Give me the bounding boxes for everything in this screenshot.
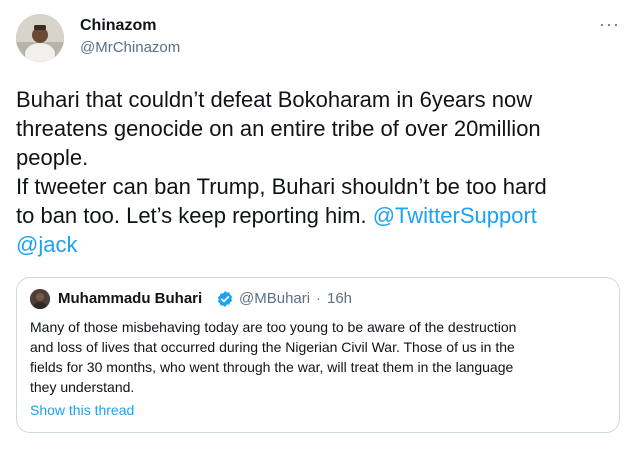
author-avatar[interactable]	[16, 14, 64, 62]
verified-badge-icon	[217, 291, 233, 307]
tweet-text-line: to ban too. Let’s keep reporting him. @T…	[16, 201, 626, 230]
tweet-text-line: people.	[16, 145, 89, 170]
quoted-tweet-card[interactable]: Muhammadu Buhari @MBuhari · 16h Many of …	[16, 277, 620, 433]
separator-dot: ·	[316, 290, 321, 307]
tweet-text-line: Buhari that couldn’t defeat Bokoharam in…	[16, 87, 533, 112]
author-handle[interactable]: @MrChinazom	[80, 39, 180, 56]
quoted-text-line: they understand.	[30, 379, 135, 395]
tweet-text-line: If tweeter can ban Trump, Buhari shouldn…	[16, 174, 547, 199]
tweet-text-line: @jack	[16, 230, 626, 259]
mention-twittersupport[interactable]: @TwitterSupport	[373, 203, 537, 228]
author-name[interactable]: Chinazom	[80, 17, 156, 35]
quoted-author-name: Muhammadu Buhari	[58, 290, 203, 307]
tweet-text-line: threatens genocide on an entire tribe of…	[16, 116, 541, 141]
quoted-text-line: and loss of lives that occurred during t…	[30, 339, 515, 355]
profile-photo-icon	[16, 14, 64, 62]
quoted-author-handle: @MBuhari	[239, 290, 311, 307]
quoted-profile-photo-icon	[30, 289, 50, 309]
quoted-author-avatar	[30, 289, 50, 309]
tweet-text-fragment: to ban too. Let’s keep reporting him.	[16, 203, 373, 228]
show-thread-link[interactable]: Show this thread	[30, 402, 134, 418]
quoted-text-line: Many of those misbehaving today are too …	[30, 319, 517, 335]
quoted-text-line: fields for 30 months, who went through t…	[30, 359, 514, 375]
quoted-tweet-text: Many of those misbehaving today are too …	[30, 317, 620, 397]
quoted-timestamp[interactable]: 16h	[327, 290, 352, 307]
mention-jack[interactable]: @jack	[16, 232, 77, 257]
tweet: Chinazom @MrChinazom ··· Buhari that cou…	[0, 0, 640, 453]
more-options-icon[interactable]: ···	[599, 14, 620, 35]
tweet-text: Buhari that couldn’t defeat Bokoharam in…	[16, 85, 626, 259]
